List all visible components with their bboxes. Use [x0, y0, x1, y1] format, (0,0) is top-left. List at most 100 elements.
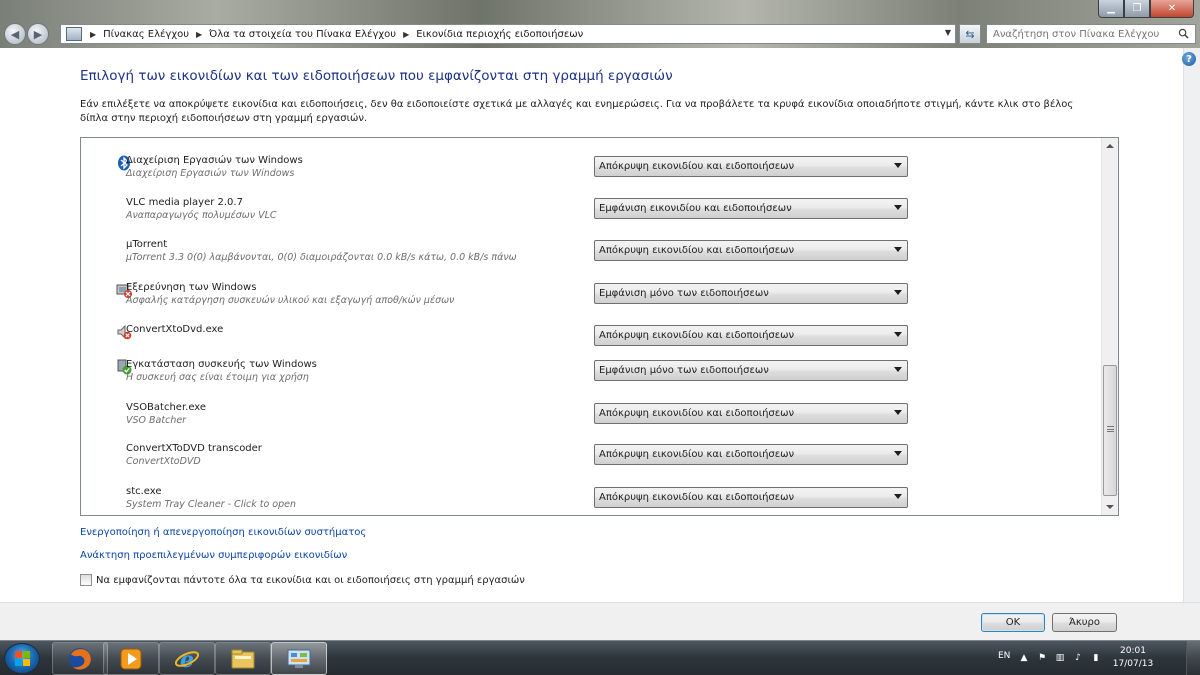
dropdown-value: Εμφάνιση εικονιδίου και ειδοποιήσεων: [599, 203, 792, 214]
search-icon[interactable]: [1178, 28, 1189, 39]
control-panel-icon: [66, 27, 82, 41]
back-button[interactable]: ◀: [4, 23, 26, 45]
list-item: VLC media player 2.0.7 Αναπαραγωγός πολυμ…: [81, 192, 1101, 234]
chevron-down-icon: [894, 410, 902, 415]
battery-icon[interactable]: ▮: [1090, 652, 1102, 664]
list-item: Διαχείριση Εργασιών των Windows Διαχείρισ…: [81, 150, 1101, 192]
scroll-up-icon[interactable]: [1106, 144, 1114, 148]
item-description: System Tray Cleaner - Click to open: [126, 499, 296, 510]
dropdown-value: Απόκρυψη εικονιδίου και ειδοποιήσεων: [599, 330, 795, 341]
show-desktop-button[interactable]: [1186, 641, 1200, 675]
item-name: stc.exe: [126, 486, 162, 497]
window-controls: ▁ ❐ ✕: [1098, 0, 1194, 18]
item-name: Διαχείριση Εργασιών των Windows: [126, 155, 303, 166]
ok-button[interactable]: OK: [981, 613, 1045, 632]
file-explorer-icon: [231, 649, 255, 668]
notification-icons-list: Διαχείριση Εργασιών των Windows Διαχείρισ…: [80, 137, 1119, 516]
show-hidden-icons-icon[interactable]: ▲: [1018, 652, 1030, 664]
arrow-left-icon: ◀: [10, 27, 20, 41]
behavior-dropdown[interactable]: Απόκρυψη εικονιδίου και ειδοποιήσεων: [594, 240, 908, 261]
refresh-button[interactable]: ⇆: [959, 24, 981, 44]
dropdown-value: Εμφάνιση μόνο των ειδοποιήσεων: [599, 288, 769, 299]
volume-icon[interactable]: ♪: [1072, 652, 1084, 664]
behavior-dropdown[interactable]: Απόκρυψη εικονιδίου και ειδοποιήσεων: [594, 156, 908, 177]
firefox-icon: [69, 647, 91, 670]
item-name: VSOBatcher.exe: [126, 402, 207, 413]
behavior-dropdown[interactable]: Εμφάνιση μόνο των ειδοποιήσεων: [594, 283, 908, 304]
breadcrumb-notification-icons[interactable]: Εικονίδια περιοχής ειδοποιήσεων: [416, 29, 583, 40]
item-name: Εγκατάσταση συσκευής των Windows: [126, 359, 317, 370]
chevron-down-icon: [894, 205, 902, 210]
dropdown-value: Απόκρυψη εικονιδίου και ειδοποιήσεων: [599, 408, 795, 419]
item-description: Ασφαλής κατάργηση συσκευών υλικού και εξ…: [126, 295, 455, 306]
navigation-buttons: ◀ ▶: [4, 23, 50, 45]
windows-logo-icon: [14, 651, 30, 666]
page-description: Εάν επιλέξετε να αποκρύψετε εικονίδια κα…: [80, 99, 1074, 124]
breadcrumb-all-items[interactable]: Όλα τα στοιχεία του Πίνακα Ελέγχου: [209, 29, 396, 40]
dropdown-value: Εμφάνιση μόνο των ειδοποιήσεων: [599, 365, 769, 376]
scroll-down-icon[interactable]: [1106, 505, 1114, 509]
dialog-footer: OK Άκυρο: [0, 602, 1200, 640]
language-indicator[interactable]: EN: [998, 651, 1010, 661]
chevron-down-icon[interactable]: ▼: [945, 28, 951, 37]
chevron-down-icon: [894, 451, 902, 456]
behavior-dropdown[interactable]: Απόκρυψη εικονιδίου και ειδοποιήσεων: [594, 403, 908, 424]
chevron-down-icon: [894, 367, 902, 372]
taskbar-firefox[interactable]: [52, 642, 108, 675]
item-name: ConvertXToDVD transcoder: [126, 443, 262, 454]
taskbar-media-player[interactable]: [103, 642, 159, 675]
control-panel-icon: [287, 649, 311, 668]
always-show-checkbox[interactable]: [80, 574, 92, 586]
item-description: Διαχείριση Εργασιών των Windows: [126, 168, 295, 179]
chevron-down-icon: [894, 494, 902, 499]
chevron-right-icon[interactable]: ▶: [196, 30, 202, 39]
item-description: VSO Batcher: [126, 415, 187, 426]
clock-time: 20:01: [1120, 646, 1146, 656]
minimize-button[interactable]: ▁: [1098, 0, 1124, 18]
behavior-dropdown[interactable]: Απόκρυψη εικονιδίου και ειδοποιήσεων: [594, 325, 908, 346]
start-button[interactable]: [4, 643, 40, 674]
chevron-right-icon[interactable]: ▶: [403, 30, 409, 39]
cancel-button[interactable]: Άκυρο: [1052, 613, 1117, 632]
item-description: ConvertXtoDVD: [126, 456, 201, 467]
behavior-dropdown[interactable]: Απόκρυψη εικονιδίου και ειδοποιήσεων: [594, 444, 908, 465]
page-scrollbar[interactable]: ?: [1182, 48, 1200, 602]
behavior-dropdown[interactable]: Απόκρυψη εικονιδίου και ειδοποιήσεων: [594, 487, 908, 508]
behavior-dropdown[interactable]: Εμφάνιση μόνο των ειδοποιήσεων: [594, 360, 908, 381]
help-icon[interactable]: ?: [1182, 52, 1196, 66]
taskbar: e EN ▲ ⚑ ▥ ♪ ▮ 20:01 17/07/13: [0, 640, 1200, 675]
list-item: Εξερεύνηση των Windows Ασφαλής κατάργηση …: [81, 277, 1101, 319]
address-bar[interactable]: ▶ Πίνακας Ελέγχου ▶ Όλα τα στοιχεία του …: [60, 24, 956, 44]
window-title-bar: ▁ ❐ ✕ ◀ ▶ ▶ Πίνακας Ελέγχου ▶ Όλα τα στο…: [0, 0, 1200, 48]
list-item: ConvertXToDVD transcoder ConvertXtoDVD Από…: [81, 438, 1101, 480]
behavior-dropdown[interactable]: Εμφάνιση εικονιδίου και ειδοποιήσεων: [594, 198, 908, 219]
system-tray: EN ▲ ⚑ ▥ ♪ ▮ 20:01 17/07/13: [988, 641, 1200, 675]
list-scrollbar[interactable]: [1101, 138, 1118, 515]
restore-defaults-link[interactable]: Ανάκτηση προεπιλεγμένων συμπεριφορών εικ…: [80, 550, 347, 561]
scroll-thumb[interactable]: [1103, 365, 1117, 496]
always-show-option[interactable]: Να εμφανίζονται πάντοτε όλα τα εικονίδια…: [80, 574, 525, 586]
system-icons-link[interactable]: Ενεργοποίηση ή απενεργοποίηση εικονιδίων…: [80, 527, 366, 538]
clock[interactable]: 20:01 17/07/13: [1108, 645, 1158, 671]
forward-button[interactable]: ▶: [27, 23, 49, 45]
refresh-icon: ⇆: [965, 27, 975, 41]
chevron-right-icon[interactable]: ▶: [90, 30, 96, 39]
dropdown-value: Απόκρυψη εικονιδίου και ειδοποιήσεων: [599, 161, 795, 172]
item-name: Εξερεύνηση των Windows: [126, 282, 257, 293]
item-description: Αναπαραγωγός πολυμέσων VLC: [126, 210, 277, 221]
dropdown-value: Απόκρυψη εικονιδίου και ειδοποιήσεων: [599, 492, 795, 503]
search-box[interactable]: [986, 24, 1196, 44]
always-show-label[interactable]: Να εμφανίζονται πάντοτε όλα τα εικονίδια…: [96, 575, 525, 586]
network-icon[interactable]: ▥: [1054, 652, 1066, 664]
taskbar-file-explorer[interactable]: [215, 642, 271, 675]
maximize-button[interactable]: ❐: [1124, 0, 1150, 18]
breadcrumb-control-panel[interactable]: Πίνακας Ελέγχου: [103, 29, 189, 40]
search-input[interactable]: [993, 28, 1169, 40]
item-name: µTorrent: [126, 239, 168, 250]
list-item: Εγκατάσταση συσκευής των Windows Η συσκευ…: [81, 354, 1101, 396]
chevron-down-icon: [894, 290, 902, 295]
taskbar-control-panel[interactable]: [271, 642, 327, 675]
close-button[interactable]: ✕: [1150, 0, 1194, 18]
action-center-flag-icon[interactable]: ⚑: [1036, 652, 1048, 664]
taskbar-internet-explorer[interactable]: e: [159, 642, 215, 675]
